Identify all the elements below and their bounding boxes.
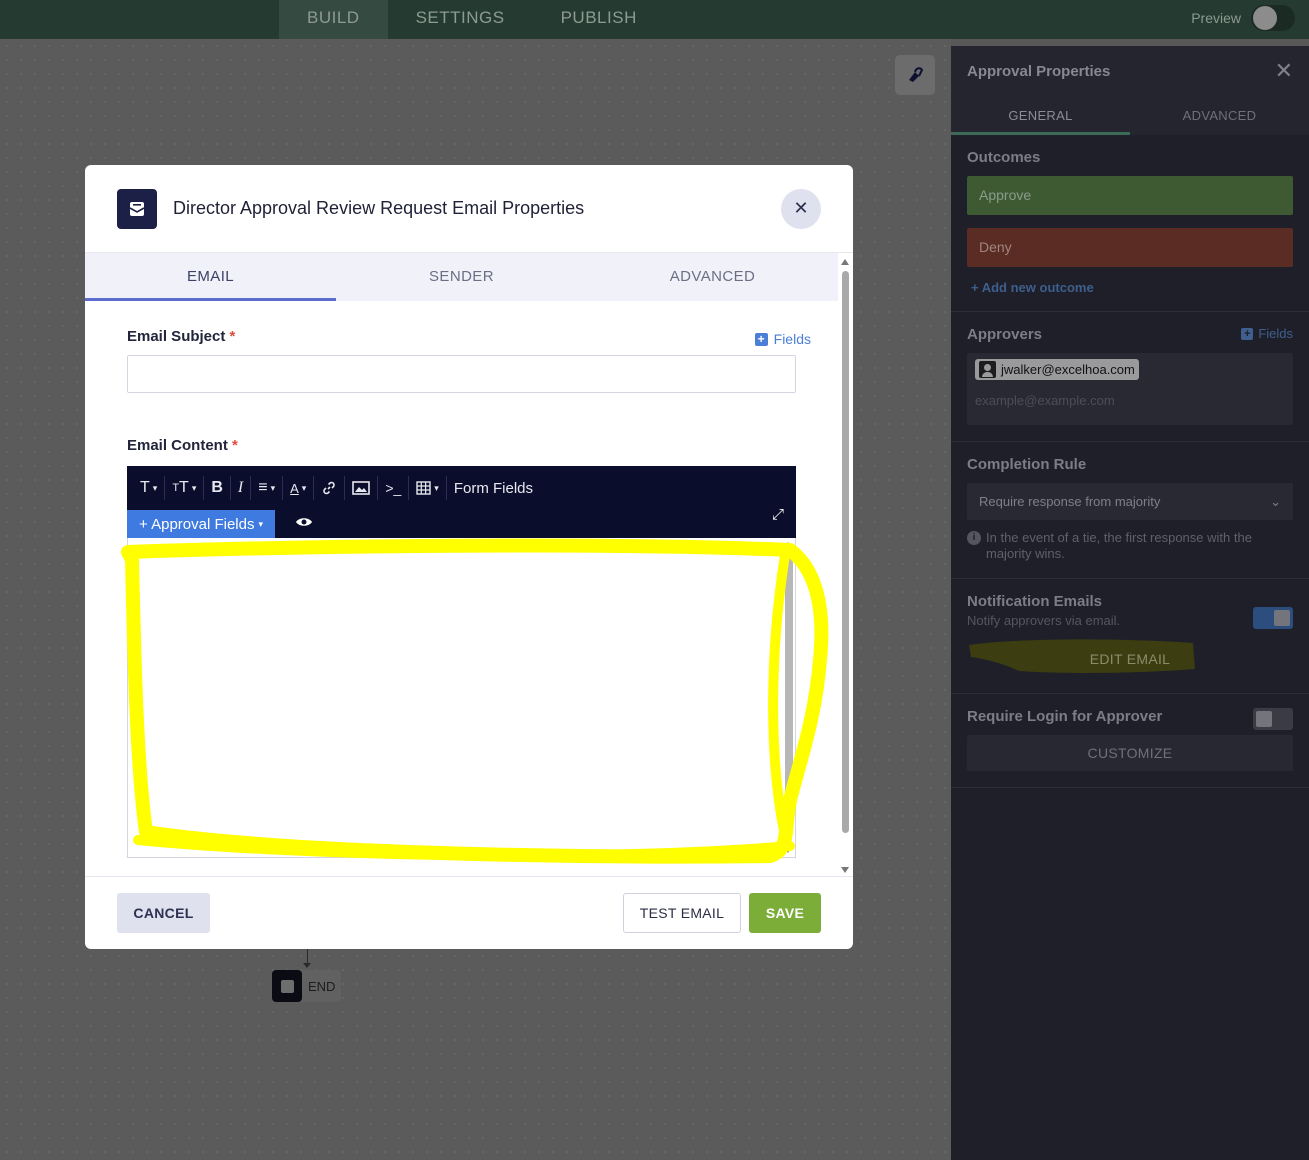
notification-emails-section: Notification Emails Notify approvers via… <box>951 579 1309 694</box>
top-nav: BUILD SETTINGS PUBLISH <box>279 0 665 39</box>
modal-header: Director Approval Review Request Email P… <box>85 165 853 253</box>
stop-icon <box>272 970 302 1002</box>
panel-title: Approval Properties <box>967 62 1111 80</box>
end-node-label: END <box>308 978 336 994</box>
test-email-button[interactable]: TEST EMAIL <box>623 893 741 933</box>
tab-publish[interactable]: PUBLISH <box>533 0 665 39</box>
approver-chip[interactable]: jwalker@excelhoa.com <box>975 359 1139 380</box>
chevron-down-icon: ⌄ <box>1270 493 1281 509</box>
notification-emails-sub: Notify approvers via email. <box>967 613 1121 628</box>
image-icon[interactable] <box>345 476 379 500</box>
font-size-icon[interactable]: T T ▾ <box>165 476 205 500</box>
modal-tabs: EMAIL SENDER ADVANCED <box>85 253 838 301</box>
approvers-fields-link[interactable]: + Fields <box>1241 326 1293 341</box>
outcome-deny[interactable]: Deny <box>967 228 1293 267</box>
tab-general[interactable]: GENERAL <box>951 96 1130 135</box>
subject-fields-link[interactable]: + Fields <box>754 331 811 347</box>
paint-roller-icon <box>909 67 924 82</box>
add-outcome-link[interactable]: + Add new outcome <box>971 280 1293 295</box>
approver-email: jwalker@excelhoa.com <box>1001 362 1135 377</box>
modal-title: Director Approval Review Request Email P… <box>173 198 585 218</box>
close-icon[interactable]: ✕ <box>781 188 821 229</box>
end-node[interactable]: END <box>272 970 342 1002</box>
approvers-section: Approvers + Fields jwalker@excelhoa.com … <box>951 312 1309 442</box>
table-icon[interactable]: ▾ <box>409 476 447 500</box>
approver-placeholder: example@example.com <box>975 393 1115 408</box>
editor-toolbar: T ▾ T T ▾ B I ≡ ▾ A ▾ >_ ▾ Form Fields +… <box>127 466 796 539</box>
edit-email-button[interactable]: EDIT EMAIL <box>967 641 1293 677</box>
code-icon[interactable]: >_ <box>378 476 410 500</box>
approval-fields-button[interactable]: + Approval Fields ▾ <box>127 509 276 539</box>
modal-body: Email Subject * + Fields Email Content *… <box>85 301 853 876</box>
preview-eye-icon[interactable] <box>295 515 313 533</box>
tab-sender[interactable]: SENDER <box>336 253 587 301</box>
bold-icon[interactable]: B <box>204 476 231 500</box>
require-login-section: Require Login for Approver CUSTOMIZE <box>951 694 1309 788</box>
completion-rule-heading: Completion Rule <box>967 456 1087 473</box>
plus-icon: + <box>754 332 768 346</box>
tab-build[interactable]: BUILD <box>279 0 388 39</box>
cancel-button[interactable]: CANCEL <box>117 893 210 933</box>
editor-scroll-down[interactable] <box>784 847 792 853</box>
fields-label: Fields <box>773 331 811 347</box>
email-properties-modal: Director Approval Review Request Email P… <box>85 165 853 949</box>
email-subject-label: Email Subject * <box>127 327 236 345</box>
fields-label: Fields <box>1258 326 1293 341</box>
approval-properties-panel: Approval Properties ✕ GENERAL ADVANCED O… <box>951 46 1309 1160</box>
email-content-editor: T ▾ T T ▾ B I ≡ ▾ A ▾ >_ ▾ Form Fields +… <box>127 466 796 858</box>
require-login-toggle[interactable] <box>1253 708 1293 730</box>
completion-rule-section: Completion Rule Require response from ma… <box>951 442 1309 579</box>
tab-settings[interactable]: SETTINGS <box>388 0 533 39</box>
modal-footer: CANCEL TEST EMAIL SAVE <box>85 876 853 949</box>
email-subject-input[interactable] <box>127 355 796 393</box>
notification-emails-toggle[interactable] <box>1253 607 1293 629</box>
save-button[interactable]: SAVE <box>749 893 821 933</box>
editor-scroll-up[interactable] <box>784 542 792 548</box>
text-style-icon[interactable]: T ▾ <box>133 476 166 500</box>
tab-advanced[interactable]: ADVANCED <box>1130 96 1309 135</box>
user-icon <box>979 361 996 378</box>
approvers-input[interactable]: jwalker@excelhoa.com example@example.com <box>967 353 1293 425</box>
email-content-textarea[interactable] <box>127 538 796 858</box>
align-icon[interactable]: ≡ ▾ <box>251 476 284 500</box>
approvers-heading: Approvers <box>967 326 1043 343</box>
completion-rule-value: Require response from majority <box>979 494 1161 509</box>
panel-header: Approval Properties ✕ <box>951 46 1309 96</box>
canvas-tool-button[interactable] <box>895 55 935 95</box>
panel-tabs: GENERAL ADVANCED <box>951 96 1309 135</box>
outcomes-heading: Outcomes <box>967 149 1041 166</box>
info-icon: i <box>967 531 981 545</box>
outcomes-section: Outcomes Approve Deny + Add new outcome <box>951 135 1309 312</box>
completion-rule-note: i In the event of a tie, the first respo… <box>967 530 1293 562</box>
preview-toggle[interactable] <box>1251 5 1295 31</box>
editor-scrollbar[interactable] <box>785 554 793 828</box>
plus-icon: + <box>1241 327 1254 340</box>
top-bar: BUILD SETTINGS PUBLISH Preview <box>0 0 1309 39</box>
customize-button[interactable]: CUSTOMIZE <box>967 735 1293 771</box>
form-fields-button[interactable]: Form Fields <box>447 476 540 500</box>
flow-arrow <box>303 963 311 968</box>
require-login-heading: Require Login for Approver <box>967 708 1163 725</box>
modal-scrollbar[interactable] <box>841 257 851 875</box>
email-icon <box>117 188 157 229</box>
completion-rule-select[interactable]: Require response from majority ⌄ <box>967 483 1293 520</box>
link-icon[interactable] <box>314 476 346 500</box>
tab-advanced[interactable]: ADVANCED <box>587 253 838 301</box>
notification-emails-heading: Notification Emails <box>967 593 1103 610</box>
expand-icon[interactable]: ⤢ <box>772 506 784 523</box>
email-content-label: Email Content * <box>127 437 238 454</box>
tab-email[interactable]: EMAIL <box>85 253 336 301</box>
close-icon[interactable]: ✕ <box>1275 58 1293 84</box>
completion-rule-note-text: In the event of a tie, the first respons… <box>986 530 1252 561</box>
outcome-approve[interactable]: Approve <box>967 176 1293 215</box>
text-color-icon[interactable]: A ▾ <box>283 476 315 500</box>
preview-control: Preview <box>1191 5 1295 31</box>
italic-icon[interactable]: I <box>231 476 252 500</box>
preview-label: Preview <box>1191 10 1241 26</box>
